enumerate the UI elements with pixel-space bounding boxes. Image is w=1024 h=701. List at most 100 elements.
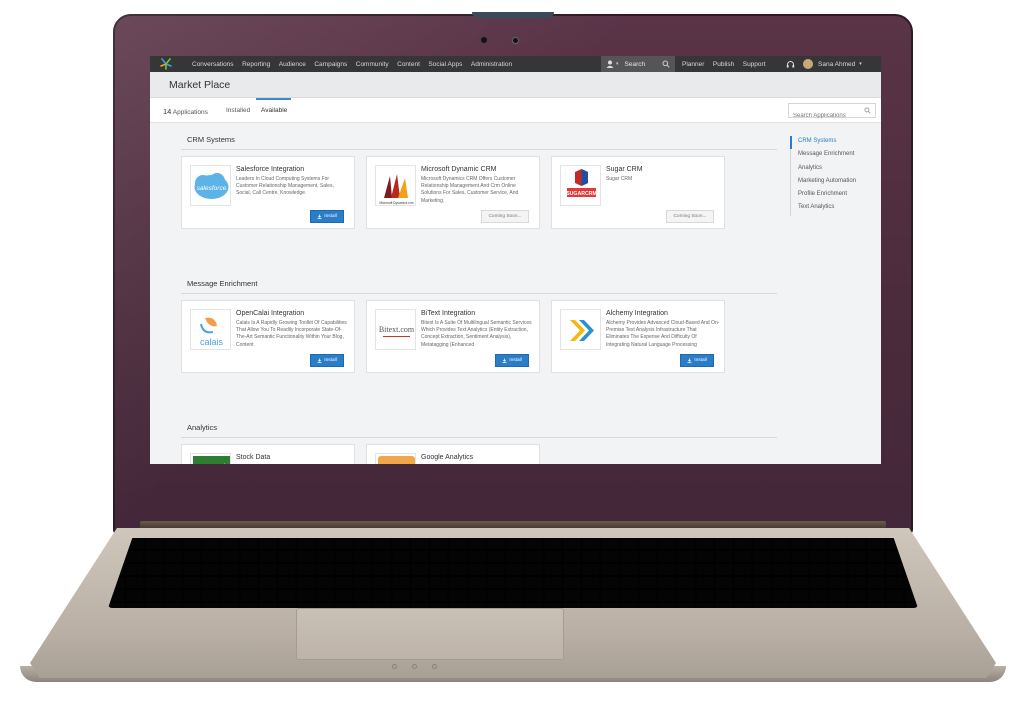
bitext-logo: Bitext.com [375,309,416,350]
top-navigation: Conversations Reporting Audience Campaig… [150,56,881,72]
install-button[interactable]: Install [495,354,529,367]
app-description: Alchemy Provides Advanced Cloud-Based An… [606,320,720,348]
laptop-frame: Conversations Reporting Audience Campaig… [0,0,1024,701]
sidenav-text-analytics[interactable]: Text Analytics [790,202,856,217]
install-button[interactable]: Install [680,354,714,367]
tab-available[interactable]: Available [261,107,287,114]
download-icon [317,214,322,219]
indicator-light [412,664,417,669]
applications-label: Applications [172,109,208,116]
user-name: Sana Ahmed [818,60,856,68]
coming-soon-button[interactable]: Coming Soon... [481,210,529,223]
nav-campaigns[interactable]: Campaigns [314,61,347,68]
divider [181,293,777,294]
headset-icon[interactable] [786,60,795,69]
tab-installed[interactable]: Installed [226,107,250,114]
stock-data-logo [190,453,231,464]
nav-administration[interactable]: Administration [471,61,512,68]
light-sensor [481,37,487,43]
search-applications [788,103,876,123]
svg-text:calais: calais [200,337,224,347]
tabs-bar: 14 Applications Installed Available [150,98,881,123]
app-name: Sugar CRM [606,166,643,173]
sidenav-crm-systems[interactable]: CRM Systems [790,135,856,151]
indicator-light [392,664,397,669]
svg-text:SUGARCRM: SUGARCRM [566,191,597,197]
app-description: Calais Is A Rapidly Growing Toolkit Of C… [236,320,347,348]
global-search[interactable]: ▾ Search [601,56,675,72]
app-card-opencalais[interactable]: calais OpenCalai Integration Calais Is A… [181,300,355,373]
user-menu[interactable]: Sana Ahmed ▾ [786,56,870,72]
search-icon[interactable] [662,60,670,68]
chevron-down-icon: ▾ [859,61,862,67]
install-button[interactable]: Install [310,354,344,367]
nav-publish[interactable]: Publish [713,61,734,68]
app-card-stock-data[interactable]: Stock Data [181,444,355,464]
sugarcrm-logo: SUGARCRM [560,165,601,206]
nav-planner[interactable]: Planner [682,61,704,68]
sidenav-analytics[interactable]: Analytics [790,162,856,178]
nav-support[interactable]: Support [743,61,766,68]
page-header: Market Place [150,72,881,98]
active-tab-indicator [256,98,291,100]
page-title: Market Place [169,79,231,91]
sidenav-profile-enrichment[interactable]: Profile Enrichment [790,189,856,204]
app-description: Microsoft Dynamics CRM Offers Customer R… [421,176,519,204]
user-icon [606,60,614,68]
app-card-salesforce[interactable]: salesforce Salesforce Integration Leader… [181,156,355,229]
app-description: Leaders In Cloud Computing Systems For C… [236,176,334,197]
webcam [512,37,519,44]
app-logo-icon[interactable] [158,56,174,72]
download-icon [502,358,507,363]
install-label: Install [509,358,522,363]
app-name: BiText Integration [421,310,476,317]
install-label: Install [324,214,337,219]
laptop-keyboard [108,538,918,608]
sidenav-message-enrichment[interactable]: Message Enrichment [790,149,856,164]
app-card-bitext[interactable]: Bitext.com BiText Integration Bitext Is … [366,300,540,373]
nav-community[interactable]: Community [356,61,389,68]
section-title-analytics: Analytics [187,423,218,432]
app-card-sugarcrm[interactable]: SUGARCRM Sugar CRM Sugar CRM Coming Soon… [551,156,725,229]
nav-right-group: Planner Publish Support [682,56,774,72]
divider [181,149,777,150]
microsoft-dynamics-logo: Microsoft Dynamics crm [375,165,416,206]
avatar [803,59,813,69]
touchpad [296,608,564,660]
marketplace-content: CRM Systems salesforce Salesforce Integr… [150,123,881,464]
app-description: Sugar CRM [606,176,633,182]
search-input[interactable] [789,109,861,123]
app-name: Alchemy Integration [606,310,668,317]
svg-text:salesforce: salesforce [197,185,227,192]
nav-content[interactable]: Content [397,61,420,68]
svg-text:Microsoft Dynamics crm: Microsoft Dynamics crm [379,201,413,205]
tab-all-applications[interactable]: 14 Applications [163,107,208,116]
install-button[interactable]: Install [310,210,344,223]
applications-count: 14 [163,107,172,116]
app-card-microsoft-dynamics[interactable]: Microsoft Dynamics crm Microsoft Dynamic… [366,156,540,229]
salesforce-logo: salesforce [190,165,231,206]
alchemy-logo [560,309,601,350]
divider [181,437,777,438]
app-screen: Conversations Reporting Audience Campaig… [150,56,881,464]
download-icon [687,358,692,363]
install-label: Install [324,358,337,363]
search-icon[interactable] [864,107,871,114]
app-card-alchemy[interactable]: Alchemy Integration Alchemy Provides Adv… [551,300,725,373]
app-name: Salesforce Integration [236,166,305,173]
nav-reporting[interactable]: Reporting [242,61,270,68]
coming-soon-button[interactable]: Coming Soon... [666,210,714,223]
nav-audience[interactable]: Audience [279,61,306,68]
section-title-crm: CRM Systems [187,135,235,144]
chevron-down-icon: ▾ [616,61,619,67]
app-name: Google Analytics [421,454,474,461]
app-card-google-analytics[interactable]: Google Analytics [366,444,540,464]
hinge-notch [472,12,554,18]
calais-logo: calais [190,309,231,350]
indicator-light [432,664,437,669]
nav-conversations[interactable]: Conversations [192,61,234,68]
category-sidenav: CRM Systems Message Enrichment Analytics… [790,135,856,218]
app-name: Microsoft Dynamic CRM [421,166,497,173]
sidenav-marketing-automation[interactable]: Marketing Automation [790,175,856,191]
nav-social-apps[interactable]: Social Apps [428,61,462,68]
